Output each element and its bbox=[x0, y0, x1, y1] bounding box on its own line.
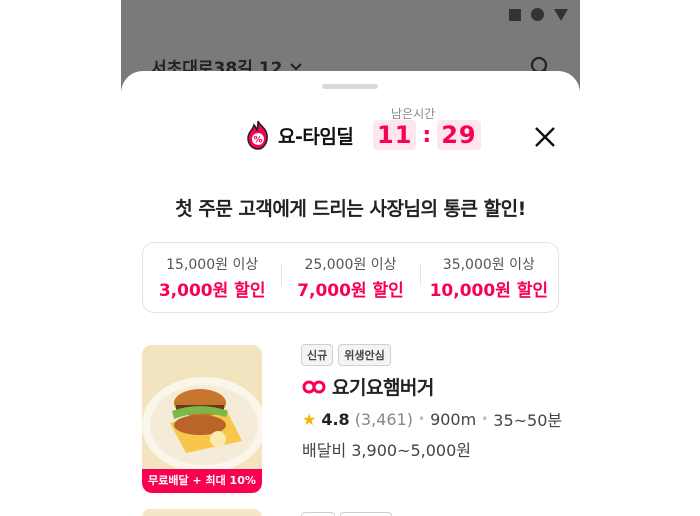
timer-separator: : bbox=[422, 122, 432, 148]
distance: 900m bbox=[430, 409, 477, 429]
flame-logo-icon: % bbox=[247, 120, 268, 150]
timer-minutes: 11 bbox=[373, 120, 417, 150]
status-bar-icons bbox=[509, 8, 568, 21]
triangle-icon bbox=[554, 8, 568, 21]
delivery-fee: 배달비 3,900~5,000원 bbox=[302, 441, 471, 460]
coupon-condition: 35,000원 이상 bbox=[442, 257, 535, 273]
square-icon bbox=[509, 8, 521, 21]
coupon-item[interactable]: 35,000원 이상 10,000원 할인 bbox=[419, 254, 558, 301]
review-count: (3,461) bbox=[354, 409, 413, 429]
star-icon: ★ bbox=[302, 409, 317, 429]
coupon-box: 15,000원 이상 3,000원 할인 25,000원 이상 7,000원 할… bbox=[142, 242, 559, 313]
sheet-grabber[interactable] bbox=[322, 84, 378, 89]
coupon-condition: 25,000원 이상 bbox=[304, 257, 397, 273]
coupon-item[interactable]: 25,000원 이상 7,000원 할인 bbox=[281, 254, 419, 301]
restaurant-meta: ★ 4.8 (3,461) • 900m • 35~50분 bbox=[302, 407, 562, 431]
tag-badge: 위생안심 bbox=[338, 344, 391, 366]
next-list-item-peek bbox=[142, 509, 542, 516]
time-deal-sheet: % 요-타임딜 남은시간 11 : 29 첫 주문 고객에게 드리는 사장님의 … bbox=[121, 71, 580, 516]
restaurant-title[interactable]: 요기요햄버거 bbox=[302, 373, 434, 400]
brand-title: 요-타임딜 bbox=[278, 125, 354, 148]
timer-seconds: 29 bbox=[437, 120, 481, 150]
circle-icon bbox=[531, 8, 544, 21]
coupon-item[interactable]: 15,000원 이상 3,000원 할인 bbox=[143, 254, 281, 301]
next-image-peek bbox=[142, 509, 262, 516]
restaurant-tags: 신규 위생안심 bbox=[301, 344, 391, 366]
brand-header: % 요-타임딜 bbox=[244, 119, 354, 151]
close-icon[interactable] bbox=[532, 124, 558, 150]
headline: 첫 주문 고객에게 드리는 사장님의 통큰 할인! bbox=[175, 198, 526, 220]
restaurant-image[interactable]: 무료배달 + 최대 10% 적립 bbox=[142, 345, 262, 493]
svg-text:%: % bbox=[253, 136, 262, 146]
next-tag-peek bbox=[301, 512, 335, 516]
yogiyo-logo-icon bbox=[302, 380, 326, 393]
next-tag-peek bbox=[340, 512, 392, 516]
countdown-timer: 11 : 29 bbox=[373, 120, 481, 150]
restaurant-name: 요기요햄버거 bbox=[332, 377, 434, 399]
coupon-condition: 15,000원 이상 bbox=[166, 257, 259, 273]
rating-value: 4.8 bbox=[321, 409, 350, 429]
coupon-discount: 10,000원 할인 bbox=[429, 281, 549, 301]
coupon-discount: 3,000원 할인 bbox=[158, 281, 266, 301]
separator-dot: • bbox=[481, 412, 489, 426]
tag-badge: 신규 bbox=[301, 344, 334, 366]
coupon-discount: 7,000원 할인 bbox=[297, 281, 404, 301]
separator-dot: • bbox=[417, 412, 426, 426]
promo-banner: 무료배달 + 최대 10% 적립 bbox=[142, 469, 262, 493]
delivery-time: 35~50분 bbox=[493, 411, 563, 430]
phone-screen: 서초대로38길 12 % 요-타임딜 남은시간 11 : 29 첫 주문 고객에… bbox=[121, 0, 580, 516]
chevron-down-icon bbox=[290, 62, 303, 70]
